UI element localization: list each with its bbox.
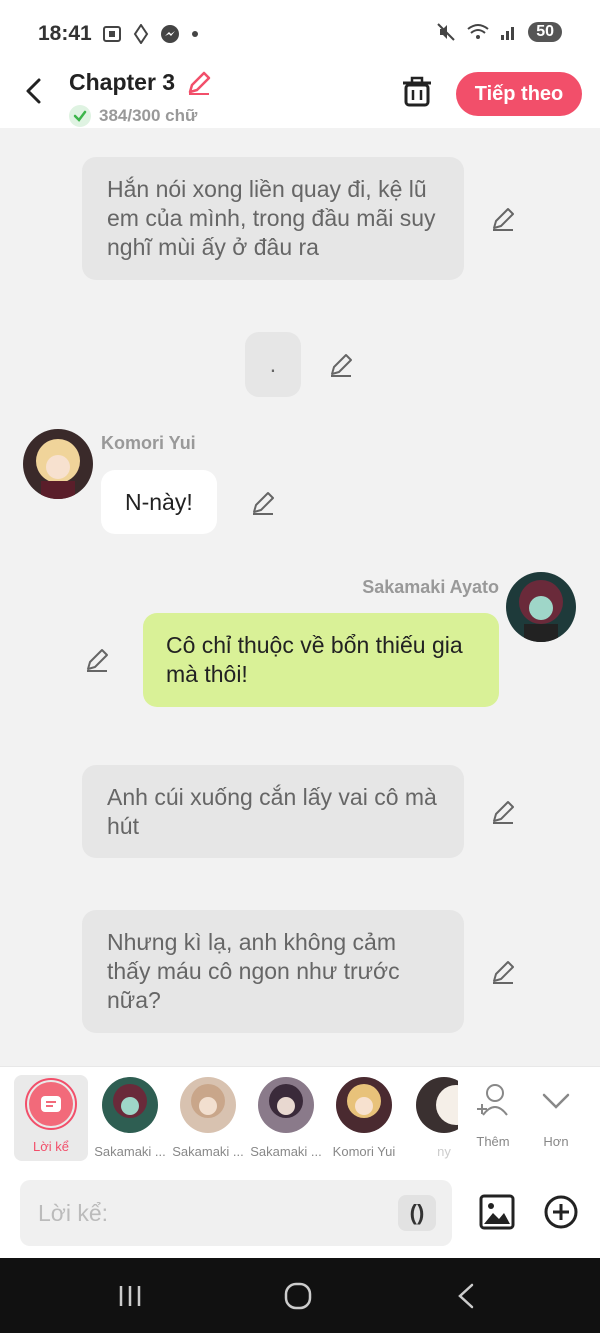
character-option[interactable]: ny [402, 1077, 458, 1159]
mute-icon [437, 23, 455, 41]
character-bubble[interactable]: N-này! [101, 470, 217, 534]
trash-icon [403, 76, 431, 107]
status-time: 18:41 [38, 22, 92, 45]
character-name: Sakamaki Ayato [362, 577, 499, 597]
signal-icon [501, 27, 515, 40]
add-person-icon [477, 1084, 508, 1116]
screenshot-icon [103, 26, 121, 42]
character-avatar [102, 1077, 158, 1133]
chapter-title-group: Chapter 3 384/300 chữ [69, 69, 212, 128]
plus-circle-icon [544, 1195, 578, 1229]
edit-title-button[interactable] [186, 70, 212, 101]
editor-header: Chapter 3 384/300 chữ Tiếp theo [0, 66, 600, 128]
expand-label: Hơn [543, 1134, 569, 1149]
pencil-icon [493, 801, 514, 824]
character-name: Komori Yui [101, 433, 196, 453]
word-count: 384/300 chữ [69, 105, 212, 128]
add-button[interactable] [543, 1194, 579, 1230]
narrator-label: Lời kể [33, 1139, 69, 1154]
add-character-button[interactable]: Thêm [463, 1081, 523, 1149]
character-selector: Lời kể Sakamaki ... Sakamaki ... Sakamak… [0, 1066, 600, 1168]
messenger-icon [161, 25, 179, 43]
status-bar: 18:41 50 [0, 0, 600, 66]
character-avatar [180, 1077, 236, 1133]
add-character-label: Thêm [476, 1134, 510, 1149]
system-back-button[interactable] [446, 1280, 486, 1312]
home-icon [284, 1282, 312, 1310]
recent-apps-icon [119, 1286, 141, 1306]
edit-message-button[interactable] [490, 799, 516, 825]
pencil-icon [493, 208, 514, 231]
edit-message-button[interactable] [250, 490, 276, 516]
edit-message-button[interactable] [490, 959, 516, 985]
expand-button[interactable]: Hơn [526, 1081, 586, 1149]
pencil-icon [253, 492, 274, 515]
narrator-ring [25, 1078, 77, 1130]
narration-bubble[interactable]: Nhưng kì lạ, anh không cảm thấy máu cô n… [82, 910, 464, 1033]
character-avatar [416, 1077, 458, 1133]
character-avatar [336, 1077, 392, 1133]
edit-message-button[interactable] [328, 352, 354, 378]
narration-bubble[interactable]: Anh cúi xuống cắn lấy vai cô mà hút [82, 765, 464, 858]
home-button[interactable] [278, 1280, 318, 1312]
edit-message-button[interactable] [84, 647, 110, 673]
character-option[interactable]: Sakamaki ... [168, 1077, 248, 1159]
pencil-icon [87, 649, 108, 672]
recent-apps-button[interactable] [110, 1280, 150, 1312]
pencil-icon [188, 72, 210, 96]
character-label: Sakamaki ... [94, 1144, 166, 1159]
message-input[interactable] [20, 1180, 452, 1246]
narrator-tab[interactable]: Lời kể [14, 1075, 88, 1161]
insert-image-button[interactable] [479, 1194, 515, 1230]
battery-indicator: 50 [528, 22, 562, 42]
chapter-title: Chapter 3 [69, 69, 176, 95]
avatar-sakamaki-ayato[interactable] [506, 572, 576, 642]
edit-message-button[interactable] [490, 206, 516, 232]
delete-button[interactable] [400, 75, 434, 109]
character-bubble[interactable]: Cô chỉ thuộc về bổn thiếu gia mà thôi! [143, 613, 499, 707]
character-label: ny [437, 1144, 451, 1159]
next-button[interactable]: Tiếp theo [456, 72, 582, 116]
character-label: Sakamaki ... [172, 1144, 244, 1159]
character-label: Komori Yui [332, 1144, 396, 1159]
chevron-left-icon [26, 78, 41, 104]
character-option[interactable]: Sakamaki ... [90, 1077, 170, 1159]
narration-bubble[interactable]: Hắn nói xong liền quay đi, kệ lũ em của … [82, 157, 464, 280]
status-icons-right: 50 [436, 22, 562, 42]
wifi-icon [467, 24, 489, 39]
back-button[interactable] [20, 76, 50, 106]
system-nav-bar [0, 1258, 600, 1333]
pencil-icon [331, 354, 352, 377]
character-avatar [258, 1077, 314, 1133]
composer: () [0, 1168, 600, 1258]
location-icon [133, 24, 149, 44]
dot-icon [192, 31, 198, 37]
chevron-down-icon [542, 1093, 570, 1109]
status-icons-left [102, 24, 200, 44]
character-option[interactable]: Komori Yui [324, 1077, 404, 1159]
narration-bubble[interactable]: . [245, 332, 301, 397]
narration-icon [29, 1082, 73, 1126]
pencil-icon [493, 961, 514, 984]
avatar-komori-yui[interactable] [23, 429, 93, 499]
image-icon [479, 1194, 515, 1230]
word-count-text: 384/300 chữ [99, 106, 198, 126]
character-option[interactable]: Sakamaki ... [246, 1077, 326, 1159]
parenthesis-button[interactable]: () [398, 1195, 436, 1231]
character-label: Sakamaki ... [250, 1144, 322, 1159]
check-icon [69, 105, 91, 128]
back-arrow-icon [458, 1283, 474, 1309]
